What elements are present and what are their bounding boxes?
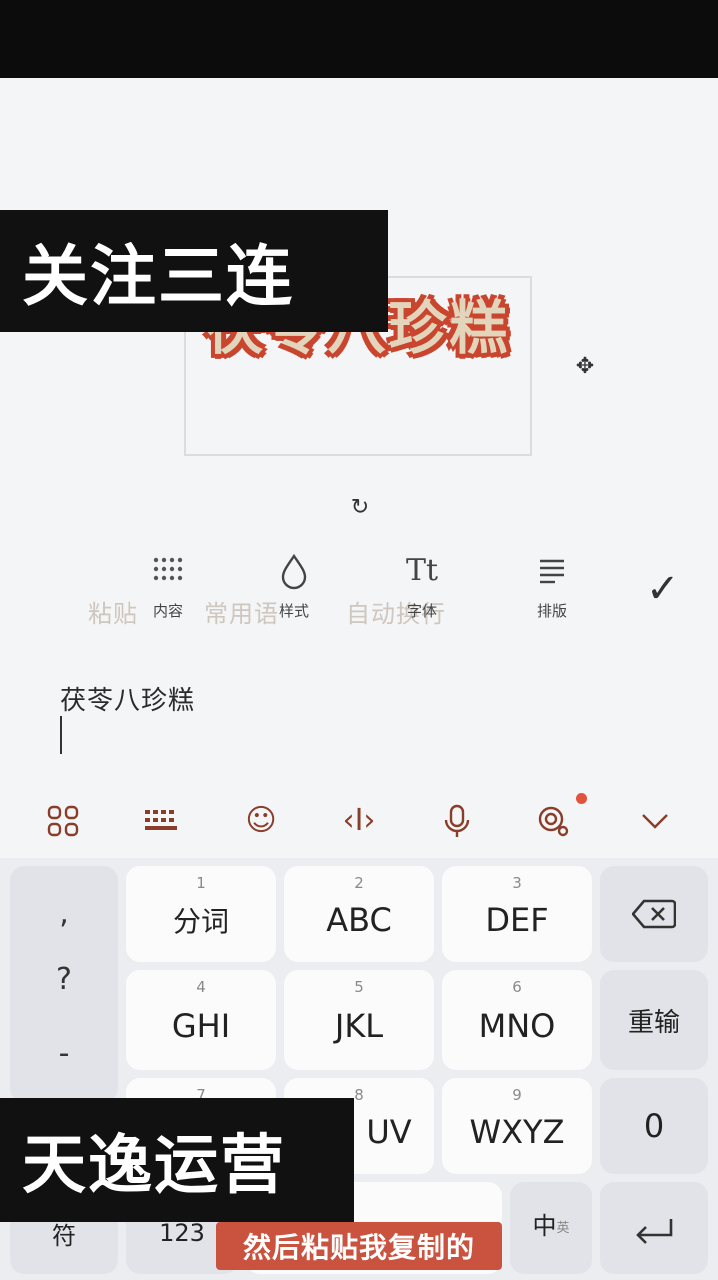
apps-icon[interactable]: [38, 796, 88, 846]
bottom-banner: 天逸运营: [0, 1098, 354, 1222]
key-label: JKL: [334, 1007, 384, 1045]
enter-icon: [636, 1219, 673, 1244]
paste-label: 粘贴: [88, 600, 138, 628]
key-label: WXYZ: [469, 1113, 565, 1151]
tool-style-label: 样式: [278, 602, 309, 620]
key-4[interactable]: 4 GHI: [126, 970, 276, 1070]
key-2[interactable]: 2 ABC: [284, 866, 434, 962]
key-number: 9: [512, 1086, 522, 1104]
text-cursor: [60, 716, 62, 754]
lang-sub: 英: [556, 1220, 570, 1236]
key-number: 4: [196, 978, 206, 996]
key-6[interactable]: 6 MNO: [442, 970, 592, 1070]
key-label: MNO: [478, 1007, 556, 1045]
key-label: ABC: [326, 901, 392, 939]
emoji-icon[interactable]: ☺: [236, 796, 286, 846]
key-3[interactable]: 3 DEF: [442, 866, 592, 962]
tool-layout-label: 排版: [536, 602, 567, 620]
tool-layout[interactable]: 排版: [524, 550, 580, 621]
zero-key[interactable]: 0: [600, 1078, 708, 1174]
key-number: 5: [354, 978, 364, 996]
symbol-comma[interactable]: ,: [10, 896, 118, 931]
tool-content[interactable]: 内容: [140, 550, 196, 621]
move-icon[interactable]: ✥: [572, 354, 598, 380]
key-number: 6: [512, 978, 522, 996]
text-input[interactable]: 茯苓八珍糕: [60, 680, 195, 717]
notification-dot: [576, 793, 587, 804]
key-5[interactable]: 5 JKL: [284, 970, 434, 1070]
keyboard-icon[interactable]: [136, 796, 186, 846]
key-number: 3: [512, 874, 522, 892]
skin-icon[interactable]: [528, 796, 578, 846]
symbol-question[interactable]: ?: [10, 962, 118, 997]
symbol-dash[interactable]: -: [10, 1036, 118, 1071]
backspace-icon: [632, 899, 676, 929]
key-9[interactable]: 9 WXYZ: [442, 1078, 592, 1174]
key-label: GHI: [171, 1007, 231, 1045]
text-size-icon: Tt: [405, 553, 439, 588]
microphone-icon[interactable]: [432, 796, 482, 846]
key-label: DEF: [485, 901, 549, 939]
status-bar: [0, 0, 718, 78]
chevron-down-icon[interactable]: [630, 796, 680, 846]
align-lines-icon: [540, 559, 564, 584]
delete-key[interactable]: [600, 866, 708, 962]
key-number: 1: [196, 874, 206, 892]
tool-font[interactable]: Tt 字体: [394, 550, 450, 621]
tool-style[interactable]: 样式: [266, 550, 322, 621]
check-icon[interactable]: ✓: [646, 566, 680, 612]
grid-dots-icon: [153, 557, 183, 581]
tool-content-label: 内容: [152, 602, 183, 620]
cursor-move-icon[interactable]: ‹I›: [334, 796, 384, 846]
language-switch-key[interactable]: 中 英: [510, 1182, 592, 1274]
key-1[interactable]: 1 分词: [126, 866, 276, 962]
key-number: 2: [354, 874, 364, 892]
key-label: 分词: [172, 905, 229, 938]
droplet-icon: [281, 553, 307, 590]
reinput-key[interactable]: 重输: [600, 970, 708, 1070]
rotate-icon[interactable]: ↻: [346, 494, 374, 522]
top-banner: 关注三连: [0, 210, 388, 332]
enter-key[interactable]: [600, 1182, 708, 1274]
lang-main: 中: [532, 1211, 557, 1240]
tool-font-label: 字体: [406, 602, 437, 620]
subtitle-caption: 然后粘贴我复制的: [216, 1222, 502, 1270]
